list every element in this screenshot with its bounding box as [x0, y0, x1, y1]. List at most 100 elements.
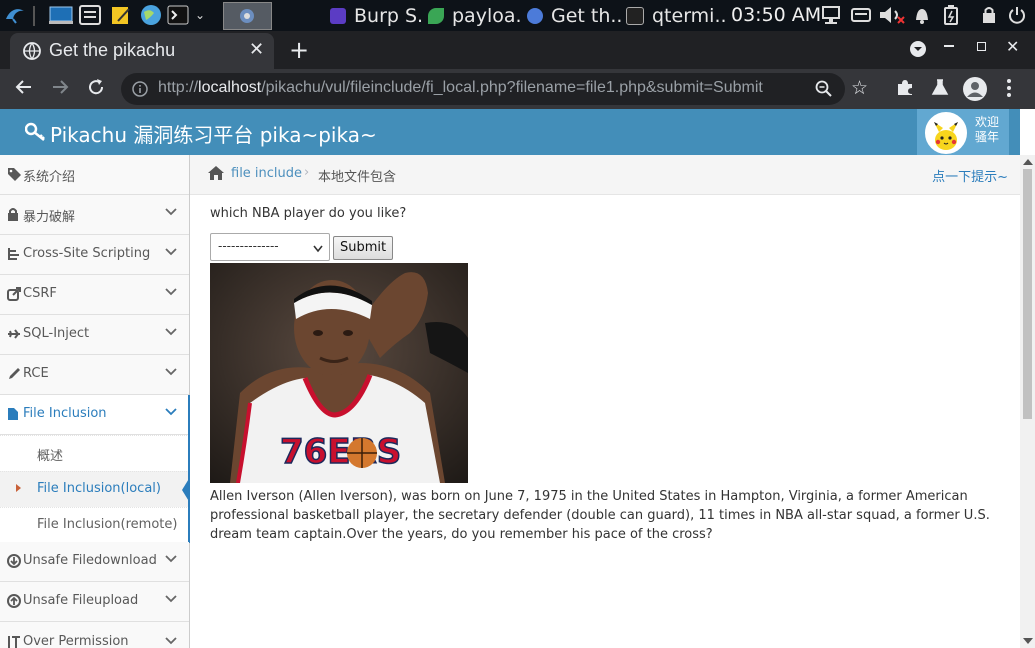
sidebar: 系统介绍 暴力破解 Cross-Site Scripting CSRF SQL-…: [0, 155, 190, 648]
new-tab-icon[interactable]: +: [289, 36, 309, 64]
chevron-down-icon: [165, 593, 177, 608]
url-host: localhost: [198, 79, 262, 96]
sidebar-item-sqli[interactable]: SQL-Inject: [0, 315, 189, 355]
task-burp-label: Burp S...: [354, 5, 425, 27]
sidebar-item-intro[interactable]: 系统介绍: [0, 155, 189, 195]
task-burp[interactable]: Burp S...: [330, 4, 425, 28]
forward-icon[interactable]: [51, 78, 69, 101]
home-icon[interactable]: [207, 165, 225, 185]
task-qterminal-label: qtermi...: [652, 5, 726, 27]
file-manager-icon[interactable]: [79, 5, 101, 25]
task-chromium[interactable]: Get th...: [527, 4, 622, 28]
sidebar-item-filedownload[interactable]: Unsafe Filedownload: [0, 542, 189, 582]
welcome-line-1: 欢迎: [975, 115, 1000, 129]
task-payload-label: payloa...: [452, 5, 523, 27]
sidebar-item-label: RCE: [23, 366, 49, 381]
hint-link[interactable]: 点一下提示~: [932, 166, 1008, 185]
submenu-item-label: File Inclusion(local): [37, 481, 161, 496]
browser-tab-strip: Get the pikachu ✕ + ✕: [0, 31, 1035, 69]
chevron-down-icon[interactable]: ⌄: [193, 5, 207, 25]
burp-icon: [330, 8, 346, 24]
player-select[interactable]: --------------: [210, 233, 330, 261]
zoom-icon[interactable]: [815, 80, 833, 102]
keyboard-icon[interactable]: [851, 5, 871, 25]
info-icon[interactable]: [132, 81, 148, 101]
submit-button[interactable]: Submit: [333, 236, 394, 260]
scroll-thumb[interactable]: [1023, 169, 1032, 419]
minimize-icon[interactable]: [944, 45, 954, 47]
chevron-down-icon: [165, 246, 177, 261]
network-icon[interactable]: [821, 5, 843, 25]
browser-globe-icon[interactable]: [139, 5, 163, 25]
active-caret-icon: [16, 484, 21, 492]
submenu-item-local[interactable]: File Inclusion(local): [0, 471, 190, 507]
text-editor-icon[interactable]: [110, 5, 132, 25]
browser-tab[interactable]: Get the pikachu ✕: [10, 33, 274, 69]
user-menu[interactable]: 欢迎 骚年: [917, 109, 1009, 155]
url-prefix: http://: [158, 79, 199, 96]
lock-screen-icon[interactable]: [980, 5, 998, 25]
close-window-icon[interactable]: ✕: [1006, 37, 1019, 56]
url-text: http://localhost/pikachu/vul/fileinclude…: [158, 79, 763, 97]
player-description: Allen Iverson (Allen Iverson), was born …: [210, 489, 990, 542]
address-bar[interactable]: http://localhost/pikachu/vul/fileinclude…: [121, 73, 845, 105]
reload-icon[interactable]: [87, 78, 105, 101]
terminal-icon[interactable]: [167, 5, 189, 25]
chromium-icon: [527, 8, 543, 24]
breadcrumb-link[interactable]: file include: [231, 166, 302, 181]
tags-icon: [7, 167, 21, 181]
sidebar-item-over-permission[interactable]: Over Permission: [0, 622, 189, 648]
maximize-icon[interactable]: [977, 42, 986, 51]
clock[interactable]: 03:50 AM: [731, 4, 821, 26]
leaf-icon: [428, 8, 444, 24]
pencil-icon: [7, 367, 21, 381]
sidebar-item-label: SQL-Inject: [23, 326, 90, 341]
extensions-puzzle-icon[interactable]: [896, 78, 914, 101]
sidebar-item-xss[interactable]: Cross-Site Scripting: [0, 235, 189, 275]
page-scrollbar[interactable]: [1020, 155, 1035, 648]
kebab-menu-icon[interactable]: [1004, 78, 1014, 103]
bookmark-star-icon[interactable]: ☆: [851, 78, 868, 98]
back-icon[interactable]: [15, 78, 33, 101]
power-icon[interactable]: [1007, 5, 1027, 25]
task-qterminal[interactable]: qtermi...: [626, 4, 726, 28]
submenu-item-label: File Inclusion(remote): [37, 517, 178, 532]
file-icon: [7, 407, 21, 421]
browser-toolbar: http://localhost/pikachu/vul/fileinclude…: [0, 69, 1035, 109]
sidebar-item-rce[interactable]: RCE: [0, 355, 189, 395]
kali-menu-icon[interactable]: [4, 5, 26, 25]
sidebar-item-label: Unsafe Filedownload: [23, 553, 157, 568]
scroll-up-icon[interactable]: [1023, 159, 1033, 165]
submenu-item-remote[interactable]: File Inclusion(remote): [0, 507, 189, 543]
active-window-thumb[interactable]: [223, 2, 272, 30]
close-tab-icon[interactable]: ✕: [249, 39, 264, 60]
os-taskbar: ⌄ Burp S... payloa... Get th... qtermi..…: [0, 0, 1035, 31]
chevron-down-icon: [165, 553, 177, 568]
sidebar-item-csrf[interactable]: CSRF: [0, 275, 189, 315]
player-photo: 76ERS: [210, 263, 468, 483]
scroll-down-icon[interactable]: [1023, 638, 1033, 644]
submenu-item-label: 概述: [37, 449, 64, 464]
app-title: Pikachu 漏洞练习平台 pika~pika~: [50, 123, 377, 147]
chevron-down-icon: [313, 242, 323, 257]
chevron-down-icon: [165, 206, 177, 221]
task-payload[interactable]: payloa...: [428, 4, 523, 28]
profile-avatar-icon[interactable]: [963, 77, 987, 101]
notification-bell-icon[interactable]: [912, 5, 932, 25]
desktop-icon[interactable]: [49, 5, 73, 25]
volume-muted-icon[interactable]: [878, 5, 906, 25]
plane-icon: [7, 327, 21, 341]
submenu-item-overview[interactable]: 概述: [0, 435, 189, 471]
breadcrumb-separator-icon: ›: [304, 165, 310, 180]
welcome-line-2: 骚年: [975, 130, 1000, 144]
upload-circle-icon: [7, 594, 21, 608]
tab-title: Get the pikachu: [49, 40, 176, 60]
active-border: [188, 395, 190, 543]
sidebar-item-file-inclusion[interactable]: File Inclusion: [0, 395, 189, 435]
breadcrumb: file include › 本地文件包含 点一下提示~: [190, 155, 1020, 195]
sidebar-item-fileupload[interactable]: Unsafe Fileupload: [0, 582, 189, 622]
sidebar-item-bruteforce[interactable]: 暴力破解: [0, 195, 189, 235]
tab-search-icon[interactable]: [909, 40, 927, 62]
battery-icon[interactable]: [942, 5, 960, 25]
labs-flask-icon[interactable]: [931, 78, 949, 101]
